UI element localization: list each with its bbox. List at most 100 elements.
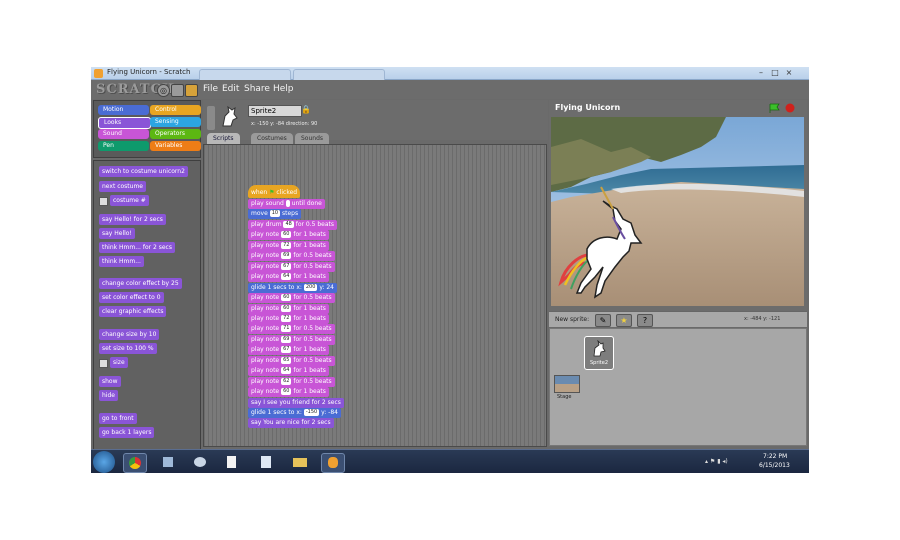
category-control[interactable]: Control	[150, 105, 201, 115]
palette-block[interactable]: go back 1 layers	[99, 427, 155, 438]
palette-block[interactable]: set size to 100 %	[99, 343, 157, 354]
palette-block[interactable]: hide	[99, 390, 118, 401]
tab-scripts[interactable]: Scripts	[207, 133, 240, 144]
paint-taskbar-icon[interactable]	[189, 453, 211, 471]
palette-block[interactable]: change size by 10	[99, 329, 160, 340]
palette-block[interactable]: next costume	[99, 181, 146, 192]
script-block[interactable]: play note 72 for 1 beats	[248, 240, 329, 251]
script-block[interactable]: play note 67 for 1 beats	[248, 345, 329, 356]
script-block[interactable]: play drum 48 for 0.5 beats	[248, 219, 338, 230]
category-sound[interactable]: Sound	[98, 129, 149, 139]
category-variables[interactable]: Variables	[150, 141, 201, 151]
block-input[interactable]: 64	[281, 367, 292, 375]
browser-tab[interactable]	[199, 69, 291, 80]
checkbox[interactable]	[99, 197, 108, 206]
surprise-sprite-icon[interactable]: ?	[637, 314, 653, 327]
category-operators[interactable]: Operators	[150, 129, 201, 139]
lock-icon[interactable]: 🔒	[301, 105, 311, 114]
block-input[interactable]: -150	[303, 409, 320, 416]
block-input[interactable]: 67	[281, 262, 292, 270]
script-block[interactable]: play note 67 for 0.5 beats	[248, 261, 335, 272]
script-block[interactable]: move 10 steps	[248, 209, 302, 220]
explorer-taskbar-icon[interactable]	[157, 453, 179, 471]
start-button[interactable]	[93, 451, 115, 473]
share-icon[interactable]	[185, 84, 198, 97]
script-block[interactable]: say I see you friend for 2 secs	[248, 397, 344, 408]
stage-canvas[interactable]	[551, 117, 804, 306]
menu-file[interactable]: File	[203, 84, 218, 94]
palette-block[interactable]: show	[99, 376, 121, 387]
category-looks[interactable]: Looks	[98, 117, 151, 129]
palette-block[interactable]: think Hmm... for 2 secs	[99, 242, 175, 253]
palette-block[interactable]: say Hello!	[99, 228, 135, 239]
script-block[interactable]: play note 65 for 0.5 beats	[248, 355, 335, 366]
block-input[interactable]: 200	[303, 283, 318, 291]
script-block[interactable]: play note 60 for 1 beats	[248, 387, 329, 398]
block-input[interactable]: 48	[283, 220, 294, 228]
folder-taskbar-icon[interactable]	[289, 453, 311, 471]
block-input[interactable]: 10	[269, 210, 281, 218]
palette-block[interactable]: costume #	[110, 195, 149, 206]
block-input[interactable]: 62	[281, 377, 292, 385]
tray-icons[interactable]: ▴ ⚑ ▮ ◂)	[705, 458, 728, 465]
script-block[interactable]: play sound until done	[248, 199, 325, 209]
block-input[interactable]: 69	[281, 335, 292, 343]
script-block[interactable]: play note 71 for 0.5 beats	[248, 324, 335, 335]
language-globe-icon[interactable]: ◎	[157, 84, 170, 97]
clock-date[interactable]: 6/15/2013	[759, 462, 790, 469]
palette-block[interactable]: clear graphic effects	[99, 306, 167, 317]
notepad-taskbar-icon[interactable]	[255, 453, 277, 471]
paint-sprite-icon[interactable]: ✎	[595, 314, 611, 327]
save-icon[interactable]	[171, 84, 184, 97]
block-input[interactable]: 72	[281, 241, 292, 249]
script-block[interactable]: glide 1 secs to x: 200 y: 24	[248, 282, 337, 293]
palette-block[interactable]: say Hello! for 2 secs	[99, 214, 166, 225]
stop-icon[interactable]	[785, 103, 795, 113]
sprite-name-field[interactable]: Sprite2	[248, 105, 302, 117]
chrome-taskbar-icon[interactable]	[123, 453, 147, 473]
script-block[interactable]: play note 72 for 1 beats	[248, 313, 329, 324]
block-input[interactable]: 69	[281, 252, 292, 260]
block-input[interactable]: 71	[281, 325, 292, 333]
menu-edit[interactable]: Edit	[222, 84, 239, 94]
minimize-icon[interactable]: –	[755, 68, 767, 78]
script-block[interactable]: play note 69 for 0.5 beats	[248, 334, 335, 345]
script-block[interactable]: play note 60 for 1 beats	[248, 230, 329, 241]
palette-block[interactable]: change color effect by 25	[99, 278, 182, 289]
menu-help[interactable]: Help	[273, 84, 294, 94]
block-input[interactable]: 65	[281, 356, 292, 364]
block-input[interactable]: 60	[281, 231, 292, 239]
palette-block[interactable]: go to front	[99, 413, 137, 424]
block-input[interactable]: 72	[281, 314, 292, 322]
script-block[interactable]: play note 62 for 0.5 beats	[248, 376, 335, 387]
scratch-taskbar-icon[interactable]	[321, 453, 345, 473]
rotation-style-buttons[interactable]	[207, 106, 215, 130]
category-sensing[interactable]: Sensing	[150, 117, 201, 127]
stage-thumb[interactable]	[554, 375, 580, 393]
script-block[interactable]: play note 64 for 1 beats	[248, 272, 329, 283]
hat-block[interactable]: when ⚑ clicked	[248, 185, 301, 198]
block-input[interactable]: 64	[281, 273, 292, 281]
script-block[interactable]: play note 60 for 1 beats	[248, 303, 329, 314]
script-block[interactable]: play note 64 for 1 beats	[248, 366, 329, 377]
block-input[interactable]: 60	[281, 388, 292, 396]
category-pen[interactable]: Pen	[98, 141, 149, 151]
block-input[interactable]: 60	[281, 304, 292, 312]
palette-block[interactable]: think Hmm...	[99, 256, 144, 267]
maximize-icon[interactable]: □	[769, 68, 781, 78]
tab-costumes[interactable]: Costumes	[251, 133, 293, 144]
script-block[interactable]: say You are nice for 2 secs	[248, 418, 334, 429]
script-block[interactable]: play note 60 for 0.5 beats	[248, 293, 335, 304]
block-input[interactable]: 67	[281, 346, 292, 354]
checkbox[interactable]	[99, 359, 108, 368]
green-flag-icon[interactable]	[769, 103, 781, 113]
clock-time[interactable]: 7:22 PM	[763, 453, 787, 460]
palette-block[interactable]: size	[110, 357, 128, 368]
palette-block[interactable]: set color effect to 0	[99, 292, 164, 303]
block-input[interactable]: 60	[281, 294, 292, 302]
scripts-area[interactable]: when ⚑ clicked play sound until done move …	[203, 144, 547, 447]
solitaire-taskbar-icon[interactable]	[221, 453, 243, 471]
menu-share[interactable]: Share	[244, 84, 270, 94]
browser-tab[interactable]	[293, 69, 385, 80]
sprite-thumb[interactable]: Sprite2	[584, 336, 614, 370]
